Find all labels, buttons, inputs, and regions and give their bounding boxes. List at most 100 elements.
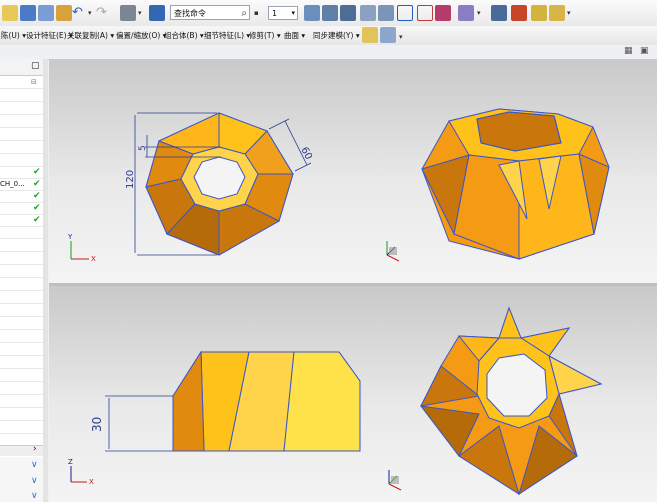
check-icon: ✔ bbox=[33, 203, 41, 213]
axis-triad-icon bbox=[388, 470, 402, 491]
undo-dropdown-icon[interactable]: ▾ bbox=[88, 9, 92, 17]
list-item[interactable] bbox=[0, 408, 43, 421]
list-item[interactable] bbox=[0, 239, 43, 252]
print-icon[interactable] bbox=[120, 5, 136, 21]
chevron-down-icon[interactable]: ∨ bbox=[31, 460, 38, 470]
menu-sync-modeling[interactable]: 同步建模(Y) ▾ bbox=[313, 29, 360, 42]
list-item[interactable] bbox=[0, 128, 43, 141]
restore-icon[interactable]: ▣ bbox=[640, 46, 649, 56]
snap-icon[interactable] bbox=[417, 5, 433, 21]
list-item[interactable] bbox=[0, 369, 43, 382]
component-dropdown-icon[interactable]: ▾ bbox=[567, 9, 571, 17]
chevron-down-icon[interactable]: ∨ bbox=[31, 491, 38, 501]
feature-toolbar: 陈(U) ▾ 设计特征(E) ▾ 关联复制(A) ▾ 偏置/缩放(O) ▾ 组合… bbox=[0, 26, 657, 46]
print-dropdown-icon[interactable]: ▾ bbox=[138, 9, 142, 17]
view-top-icon[interactable] bbox=[322, 5, 338, 21]
menu-surface[interactable]: 曲面 ▾ bbox=[284, 29, 305, 42]
check-icon: ✔ bbox=[33, 167, 41, 177]
thickness-dimension: 5 bbox=[138, 145, 148, 151]
layer-icon[interactable] bbox=[458, 5, 474, 21]
list-item[interactable] bbox=[0, 226, 43, 239]
more-tools-icon[interactable] bbox=[380, 27, 396, 43]
axis-triad-icon: Y X bbox=[67, 233, 96, 263]
list-item[interactable] bbox=[0, 141, 43, 154]
front-view-part bbox=[172, 350, 361, 452]
viewport-bottom[interactable]: 30 Z X bbox=[49, 286, 657, 502]
component-icon[interactable] bbox=[549, 5, 565, 21]
sketch-icon[interactable] bbox=[362, 27, 378, 43]
svg-text:Z: Z bbox=[68, 458, 73, 466]
column-icon: ⊟ bbox=[31, 78, 37, 86]
collapse-icon[interactable]: ▢ bbox=[31, 61, 40, 71]
chevron-down-icon: ▾ bbox=[291, 9, 295, 17]
list-item[interactable] bbox=[0, 382, 43, 395]
navigator-panels: ∨ ∨ ∨ bbox=[0, 457, 43, 502]
list-item[interactable] bbox=[0, 278, 43, 291]
menu-offset-scale[interactable]: 偏置/缩放(O) ▾ bbox=[116, 29, 166, 42]
iso-view-part bbox=[421, 108, 610, 260]
list-item[interactable] bbox=[0, 343, 43, 356]
view-iso-icon[interactable] bbox=[340, 5, 356, 21]
wcs-icon[interactable] bbox=[397, 5, 413, 21]
check-icon: ✔ bbox=[33, 215, 41, 225]
list-item[interactable] bbox=[0, 115, 43, 128]
open-icon[interactable] bbox=[56, 5, 72, 21]
shade-icon[interactable] bbox=[378, 5, 394, 21]
measure-icon[interactable] bbox=[491, 5, 507, 21]
svg-text:X: X bbox=[91, 255, 96, 263]
chevron-down-icon[interactable]: ∨ bbox=[31, 476, 38, 486]
selection-count-select[interactable]: 1 ▾ bbox=[268, 6, 298, 20]
point-icon[interactable] bbox=[435, 5, 451, 21]
list-item[interactable] bbox=[0, 291, 43, 304]
list-item[interactable] bbox=[0, 356, 43, 369]
file-icon[interactable] bbox=[2, 5, 18, 21]
list-item[interactable] bbox=[0, 317, 43, 330]
command-search-input[interactable]: 查找命令 ⌕ bbox=[170, 5, 250, 20]
menu-design-feature[interactable]: 设计特征(E) ▾ bbox=[26, 29, 73, 42]
layer-dropdown-icon[interactable]: ▾ bbox=[477, 9, 481, 17]
list-item[interactable] bbox=[0, 395, 43, 408]
list-item[interactable] bbox=[0, 252, 43, 265]
search-dropdown-icon[interactable]: ▪ bbox=[254, 9, 259, 17]
width-dimension: 60 bbox=[298, 145, 314, 161]
list-item[interactable] bbox=[0, 89, 43, 102]
list-item[interactable]: ⊟ bbox=[0, 76, 43, 89]
menu-trim[interactable]: 修剪(T) ▾ bbox=[249, 29, 281, 42]
list-item[interactable] bbox=[0, 421, 43, 434]
tile-icon[interactable]: ▦ bbox=[624, 46, 633, 56]
render-icon[interactable] bbox=[360, 5, 376, 21]
window-strip: ▦ ▣ bbox=[0, 45, 657, 60]
ruler-icon[interactable] bbox=[511, 5, 527, 21]
menu-combine[interactable]: 组合体(B) ▾ bbox=[164, 29, 204, 42]
list-item[interactable] bbox=[0, 304, 43, 317]
part-icon[interactable] bbox=[38, 5, 54, 21]
list-item[interactable] bbox=[0, 102, 43, 115]
menu-detail-feature[interactable]: 细节特征(L) ▾ bbox=[204, 29, 250, 42]
bottom-iso-part bbox=[419, 306, 603, 496]
part-navigator: ▢ ⊟ ✔ CH_0... ✔ ✔ ✔ ✔ › ∨ ∨ ∨ bbox=[0, 59, 44, 502]
more-tools-dropdown-icon[interactable]: ▾ bbox=[399, 33, 403, 41]
assembly-icon[interactable] bbox=[531, 5, 547, 21]
front-height-dimension: 30 bbox=[90, 417, 104, 432]
navigator-splitter[interactable] bbox=[43, 59, 48, 502]
list-item[interactable] bbox=[0, 265, 43, 278]
navigator-header: ▢ bbox=[0, 59, 43, 76]
dimension-lines bbox=[105, 395, 173, 452]
horizontal-scrollbar[interactable]: › bbox=[0, 444, 43, 456]
command-finder-icon[interactable] bbox=[149, 5, 165, 21]
top-view-part bbox=[145, 112, 294, 256]
save-icon[interactable] bbox=[20, 5, 36, 21]
viewport-top[interactable]: 120 5 60 Y X bbox=[49, 59, 657, 283]
axis-triad-icon bbox=[386, 241, 400, 262]
main-toolbar: ↶ ▾ ↷ ▾ 查找命令 ⌕ ▪ 1 ▾ ▾ ▾ bbox=[0, 0, 657, 27]
list-item[interactable] bbox=[0, 330, 43, 343]
redo-icon[interactable]: ↷ bbox=[96, 5, 112, 21]
search-icon[interactable]: ⌕ bbox=[241, 6, 247, 21]
menu-associative-copy[interactable]: 关联复制(A) ▾ bbox=[67, 29, 114, 42]
check-icon: ✔ bbox=[33, 191, 41, 201]
view-front-icon[interactable] bbox=[304, 5, 320, 21]
command-search-text: 查找命令 bbox=[174, 9, 206, 18]
menu-sketch[interactable]: 陈(U) ▾ bbox=[1, 29, 26, 42]
scroll-right-icon[interactable]: › bbox=[33, 444, 37, 454]
undo-icon[interactable]: ↶ bbox=[72, 5, 88, 21]
